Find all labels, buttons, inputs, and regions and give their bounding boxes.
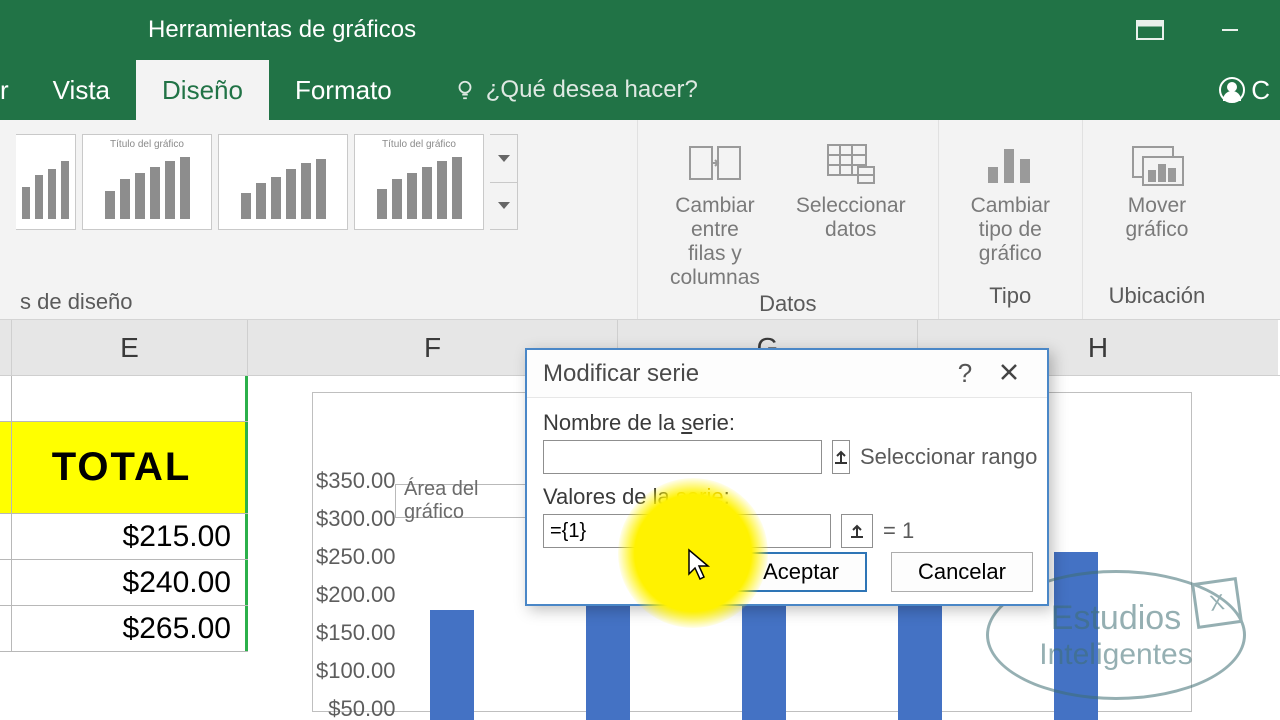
chart-style-thumb[interactable]: Título del gráfico xyxy=(82,134,212,230)
cell[interactable]: $265.00 xyxy=(12,606,248,651)
user-icon xyxy=(1219,77,1245,103)
dialog-title: Modificar serie xyxy=(543,360,699,388)
chevron-down-icon xyxy=(498,202,510,209)
column-header[interactable] xyxy=(0,320,12,375)
collapse-dialog-icon xyxy=(833,449,849,465)
ribbon-display-options-icon[interactable] xyxy=(1130,15,1170,45)
select-data-icon xyxy=(823,140,879,188)
window-controls xyxy=(1130,0,1280,60)
dialog-titlebar: Modificar serie ? xyxy=(527,350,1047,398)
chart-style-thumb[interactable] xyxy=(218,134,348,230)
ribbon-group-data: Cambiar entre filas y columnas Seleccion… xyxy=(638,120,939,319)
edit-series-dialog: Modificar serie ? Nombre de la serie: Se… xyxy=(525,348,1049,606)
series-values-label: Valores de la serie: xyxy=(543,484,1031,510)
gallery-more-button[interactable] xyxy=(490,134,518,230)
group-label-styles: s de diseño xyxy=(16,289,133,319)
series-name-input[interactable] xyxy=(543,440,822,474)
series-values-input[interactable] xyxy=(543,514,831,548)
table-row: TOTAL xyxy=(0,422,248,514)
ribbon-tabs: r Vista Diseño Formato ¿Qué desea hacer?… xyxy=(0,60,1280,120)
range-picker-button[interactable] xyxy=(832,440,850,474)
chart-styles-gallery[interactable]: Título del gráfico Título del gráfico xyxy=(16,120,518,230)
chart-style-thumb[interactable]: Título del gráfico xyxy=(354,134,484,230)
ribbon-group-location: Mover gráfico Ubicación xyxy=(1083,120,1231,319)
cell[interactable] xyxy=(12,376,248,421)
table-row: $265.00 xyxy=(0,606,248,652)
dialog-close-button[interactable] xyxy=(987,358,1031,389)
dialog-help-button[interactable]: ? xyxy=(943,358,987,389)
cell[interactable]: $215.00 xyxy=(12,514,248,559)
tab-vista[interactable]: Vista xyxy=(27,60,136,120)
series-name-hint: Seleccionar rango xyxy=(860,444,1037,470)
table-row: $215.00 xyxy=(0,514,248,560)
minimize-icon[interactable] xyxy=(1210,15,1250,45)
group-label-data: Datos xyxy=(759,291,816,321)
ribbon: Título del gráfico Título del gráfico s … xyxy=(0,120,1280,320)
collapse-dialog-icon xyxy=(849,523,865,539)
change-chart-type-button[interactable]: Cambiar tipo de gráfico xyxy=(953,128,1068,266)
titlebar: Herramientas de gráficos xyxy=(0,0,1280,60)
table-row xyxy=(0,376,248,422)
tell-me-placeholder: ¿Qué desea hacer? xyxy=(486,76,698,104)
select-data-button[interactable]: Seleccionar datos xyxy=(778,128,924,291)
table-row: $240.00 xyxy=(0,560,248,606)
cells-column-E: TOTAL $215.00 $240.00 $265.00 xyxy=(0,376,248,652)
column-header-E[interactable]: E xyxy=(12,320,248,375)
ribbon-group-chart-styles: Título del gráfico Título del gráfico s … xyxy=(0,120,638,319)
cell-total-header[interactable]: TOTAL xyxy=(12,422,248,513)
cancel-button[interactable]: Cancelar xyxy=(891,552,1033,592)
close-icon xyxy=(999,362,1019,382)
series-name-label: Nombre de la serie: xyxy=(543,410,1031,436)
cell[interactable]: $240.00 xyxy=(12,560,248,605)
chart-y-axis-labels: $350.00 $300.00 $250.00 $200.00 $150.00 … xyxy=(316,468,396,720)
share-partial: C xyxy=(1251,75,1270,106)
lightbulb-icon xyxy=(454,79,476,101)
group-label-location: Ubicación xyxy=(1109,283,1206,313)
move-chart-button[interactable]: Mover gráfico xyxy=(1097,128,1217,242)
switch-rowcol-icon xyxy=(687,140,743,188)
range-picker-button[interactable] xyxy=(841,514,873,548)
chevron-down-icon xyxy=(498,155,510,162)
ok-button[interactable]: Aceptar xyxy=(735,552,867,592)
tab-formato[interactable]: Formato xyxy=(269,60,418,120)
tell-me-box[interactable]: ¿Qué desea hacer? xyxy=(418,60,698,120)
switch-row-column-button[interactable]: Cambiar entre filas y columnas xyxy=(652,128,778,291)
chart-style-thumb[interactable] xyxy=(16,134,76,230)
move-chart-icon xyxy=(1129,140,1185,188)
tab-diseno[interactable]: Diseño xyxy=(136,60,269,120)
group-label-type: Tipo xyxy=(989,283,1031,313)
tab-partial-left[interactable]: r xyxy=(0,60,27,120)
change-chart-type-icon xyxy=(982,140,1038,188)
series-values-hint: = 1 xyxy=(883,518,914,544)
titlebar-context: Herramientas de gráficos xyxy=(148,16,416,44)
watermark-badge: X xyxy=(1191,577,1243,629)
account-area[interactable]: C xyxy=(1219,60,1270,120)
ribbon-group-type: Cambiar tipo de gráfico Tipo xyxy=(939,120,1083,319)
chart-bar[interactable] xyxy=(430,610,474,720)
